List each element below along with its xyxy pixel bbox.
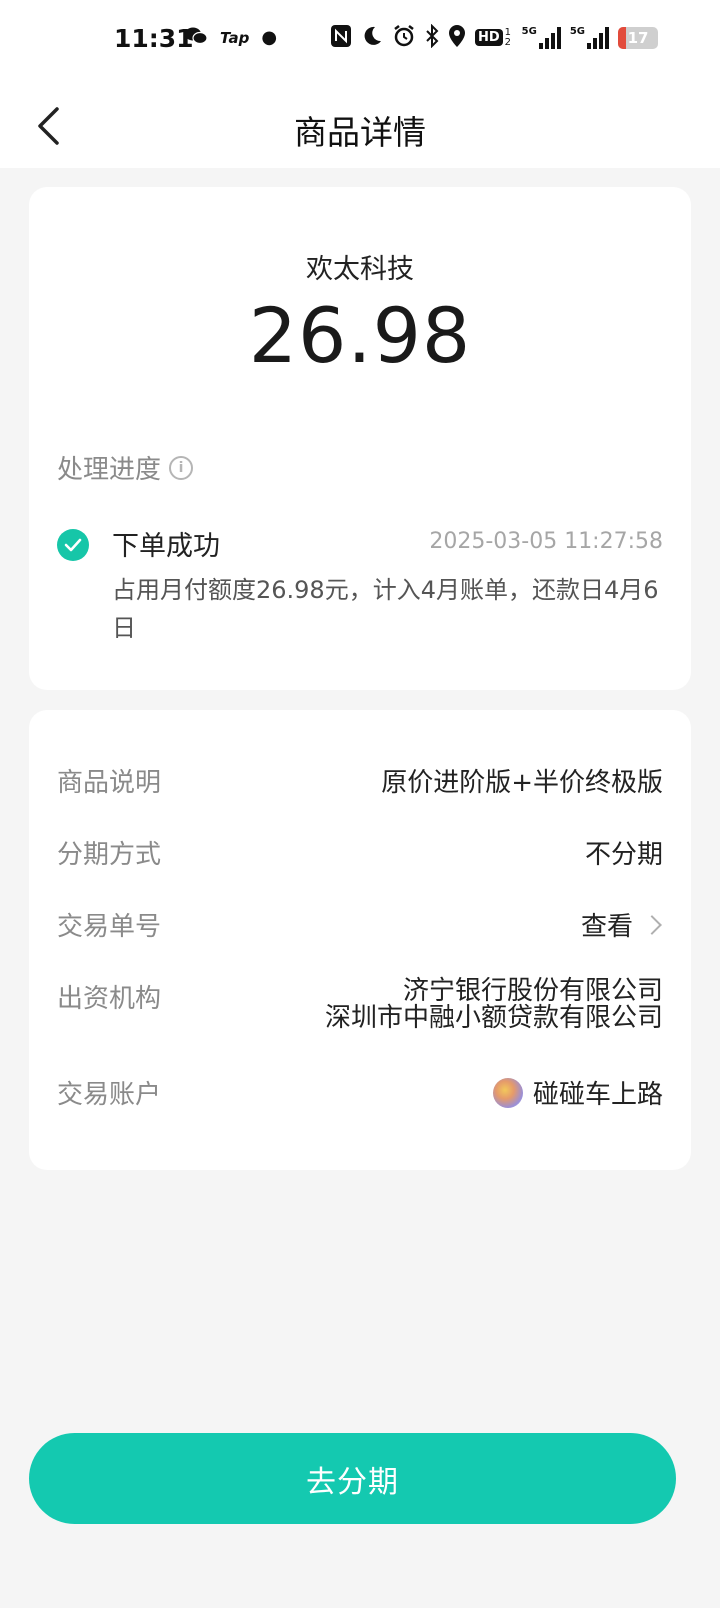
- merchant-name: 欢太科技: [306, 254, 414, 285]
- battery-level: 17: [627, 28, 649, 47]
- order-amount: 26.98: [248, 291, 472, 380]
- detail-label: 出资机构: [57, 984, 162, 1014]
- step-description: 占用月付额度26.98元，计入4月账单，还款日4月6日: [112, 576, 659, 642]
- detail-label: 交易账户: [57, 1080, 162, 1110]
- status-time: 11:31: [114, 24, 194, 53]
- account-name: 碰碰车上路: [532, 1080, 663, 1110]
- bluetooth-icon: [425, 23, 439, 51]
- progress-label: 处理进度: [57, 455, 162, 485]
- status-bar: 11:31 Tap ● HD 1 2 5G 5G 17: [0, 0, 720, 84]
- detail-value: 不分期: [584, 840, 663, 870]
- location-icon: [448, 24, 466, 51]
- net1-label: 5G: [521, 25, 537, 37]
- dot-icon: ●: [261, 27, 278, 48]
- installment-button[interactable]: 去分期: [29, 1433, 676, 1524]
- status-right-icons: HD 1 2 5G 5G 17: [330, 23, 658, 51]
- funder-line: 深圳市中融小额贷款有限公司: [324, 1003, 663, 1033]
- hd-icon: HD 1 2: [474, 26, 513, 48]
- account-value: 碰碰车上路: [492, 1074, 663, 1111]
- hd-label: HD: [474, 29, 503, 46]
- view-transaction-link[interactable]: 查看: [581, 906, 663, 943]
- step-title: 下单成功: [112, 531, 220, 562]
- nfc-icon: [330, 24, 352, 51]
- detail-value: 济宁银行股份有限公司 深圳市中融小额贷款有限公司: [325, 978, 663, 1032]
- nav-bar: 商品详情: [0, 84, 720, 168]
- moon-icon: [361, 25, 383, 50]
- status-left-icons: Tap ●: [184, 26, 277, 50]
- progress-heading: 处理进度 i: [57, 449, 194, 486]
- chevron-right-icon: [642, 914, 662, 935]
- funder-line: 济宁银行股份有限公司: [402, 976, 663, 1006]
- detail-label: 交易单号: [57, 912, 162, 942]
- detail-label: 商品说明: [57, 768, 162, 798]
- avatar: [492, 1077, 523, 1108]
- wechat-icon: [184, 26, 208, 50]
- hd-sub: 1 2: [504, 26, 512, 48]
- view-link-label: 查看: [580, 912, 633, 942]
- details-card: 商品说明 原价进阶版+半价终极版 分期方式 不分期 交易单号 查看 出资机构 济…: [29, 710, 691, 1170]
- detail-value: 原价进阶版+半价终极版: [381, 768, 663, 798]
- signal-5g-icon: 5G: [569, 25, 609, 49]
- order-summary-card: 欢太科技 26.98 处理进度 i 下单成功 2025-03-05 11:27:…: [29, 187, 691, 690]
- net2-label: 5G: [569, 25, 585, 37]
- signal-5g-icon: 5G: [521, 25, 561, 49]
- detail-label: 分期方式: [57, 840, 162, 870]
- check-icon: [57, 529, 89, 561]
- info-icon[interactable]: i: [169, 455, 194, 480]
- taptap-icon: Tap: [220, 28, 250, 47]
- page-title: 商品详情: [294, 113, 426, 152]
- alarm-icon: [392, 24, 416, 51]
- step-time: 2025-03-05 11:27:58: [429, 529, 663, 554]
- battery-icon: 17: [618, 26, 658, 49]
